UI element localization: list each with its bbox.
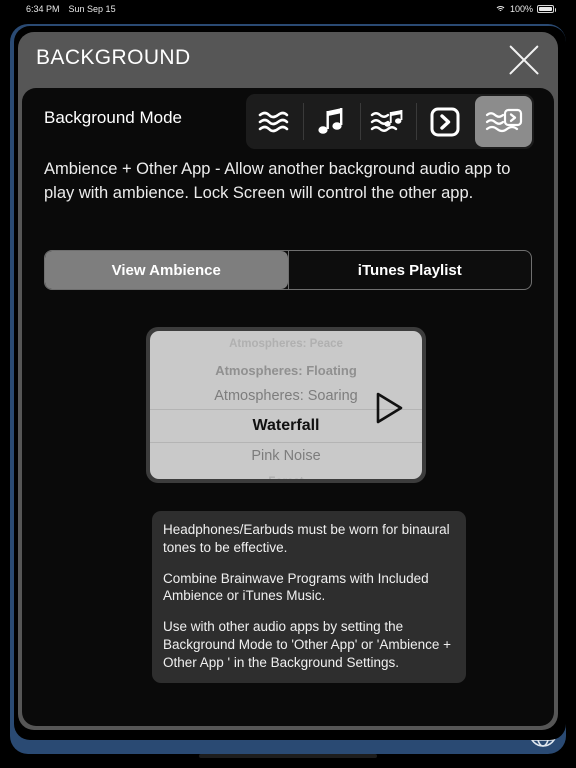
status-bar-left: 6:34 PM Sun Sep 15 [26, 4, 116, 14]
close-icon[interactable] [502, 38, 546, 82]
background-mode-description: Ambience + Other App - Allow another bac… [44, 160, 511, 202]
info-paragraph: Combine Brainwave Programs with Included… [163, 570, 429, 604]
background-modal: BACKGROUND Background Mode Ambience + Ot… [18, 32, 558, 730]
picker-item[interactable]: Forest [150, 469, 422, 479]
home-indicator [199, 754, 377, 758]
background-mode-segmented-control[interactable] [246, 94, 534, 149]
battery-percent-label: 100% [509, 4, 533, 14]
tab-view-ambience[interactable]: View Ambience [45, 251, 288, 289]
waves-chevron-box-icon [485, 107, 523, 137]
segment-itunes[interactable] [302, 96, 360, 147]
ambience-picker-wheel[interactable]: Atmospheres: Peace Atmospheres: Floating… [150, 331, 422, 479]
segment-other-app[interactable] [416, 96, 473, 147]
play-triangle-icon[interactable] [374, 391, 404, 425]
modal-content-panel: Background Mode Ambience + Other App - A… [22, 88, 554, 726]
chevron-right-box-icon [429, 106, 461, 138]
modal-header: BACKGROUND [18, 32, 558, 88]
info-box: Headphones/Earbuds must be worn for bina… [152, 511, 466, 683]
background-mode-row: Background Mode [22, 88, 554, 154]
picker-item[interactable]: Pink Noise [150, 443, 422, 469]
status-bar-right: 100% [494, 4, 556, 14]
info-paragraph: Headphones/Earbuds must be worn for bina… [163, 522, 450, 555]
tab-itunes-playlist[interactable]: iTunes Playlist [289, 251, 532, 289]
ambience-picker[interactable]: Atmospheres: Peace Atmospheres: Floating… [146, 327, 426, 483]
ambience-source-tabs[interactable]: View Ambience iTunes Playlist [44, 250, 532, 290]
status-bar: 6:34 PM Sun Sep 15 100% [0, 0, 576, 18]
status-date: Sun Sep 15 [68, 4, 116, 14]
segment-ambience-itunes[interactable] [359, 96, 417, 147]
waves-music-note-icon [370, 107, 406, 137]
segment-ambience[interactable] [246, 96, 303, 147]
music-note-icon [316, 106, 346, 138]
status-time: 6:34 PM [26, 4, 60, 14]
background-mode-label: Background Mode [44, 108, 182, 127]
waves-icon [257, 107, 291, 137]
battery-icon [537, 5, 556, 13]
wifi-icon [494, 5, 506, 14]
page-title: BACKGROUND [36, 46, 191, 69]
picker-item[interactable]: Atmospheres: Floating [150, 357, 422, 383]
picker-item[interactable]: Atmospheres: Peace [150, 331, 422, 357]
segment-ambience-other-app[interactable] [475, 96, 532, 147]
info-paragraph: Use with other audio apps by setting the… [163, 619, 452, 670]
